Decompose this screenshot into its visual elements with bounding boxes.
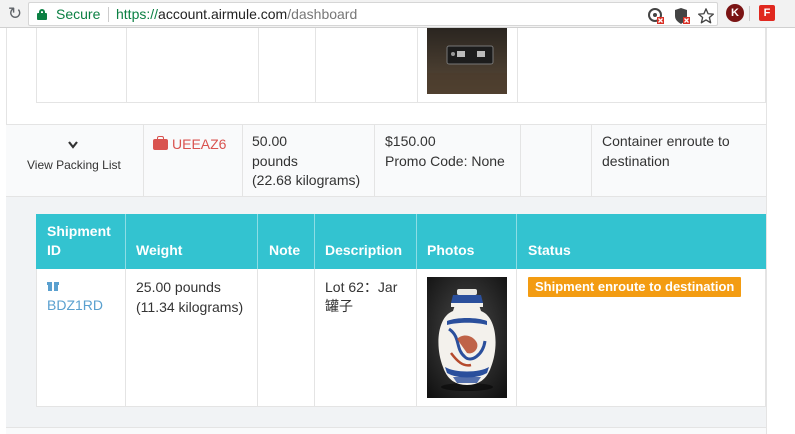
header-divider — [257, 214, 258, 269]
suitcase-icon — [153, 136, 168, 150]
lock-icon[interactable] — [37, 9, 47, 20]
browser-toolbar: ↻ Secure https://account.airmule.com/das… — [0, 0, 795, 28]
col-divider — [374, 125, 375, 198]
cell-divider — [314, 269, 315, 406]
shipment-status-badge: Shipment enroute to destination — [528, 277, 742, 297]
shield-icon[interactable] — [673, 7, 691, 25]
cell-divider — [125, 269, 126, 406]
header-divider — [314, 214, 315, 269]
view-packing-list-link[interactable]: View Packing List — [27, 158, 121, 172]
cell-divider — [416, 269, 417, 406]
toolbar-divider — [749, 6, 750, 21]
page-right-border — [766, 28, 767, 434]
header-note: Note — [269, 242, 301, 258]
col-divider — [591, 125, 592, 198]
header-status: Status — [528, 242, 571, 258]
col-divider — [258, 28, 259, 103]
header-photos: Photos — [427, 242, 475, 258]
extension-f-icon[interactable]: F — [759, 5, 775, 21]
next-row-edge — [6, 427, 766, 434]
url-host: account.airmule.com — [158, 6, 288, 22]
previous-child-table — [36, 28, 766, 103]
cell-divider — [516, 269, 517, 406]
col-divider — [315, 28, 316, 103]
col-divider — [417, 28, 418, 103]
header-description: Description — [325, 242, 403, 258]
url-path: /dashboard — [287, 6, 358, 22]
parent-status-line1: Container enroute to — [602, 133, 730, 149]
secure-label[interactable]: Secure — [56, 6, 100, 22]
child-weight-kg: (11.34 kilograms) — [136, 298, 244, 315]
dashboard-page: View Packing List UEEAZ6 50.00 pounds (2… — [0, 28, 795, 434]
col-divider — [126, 28, 127, 103]
star-icon[interactable] — [697, 7, 715, 25]
parent-weight-unit: pounds — [252, 152, 298, 169]
col-divider — [143, 125, 144, 198]
shipment-code[interactable]: UEEAZ6 — [172, 136, 226, 152]
url-scheme: https:// — [116, 6, 159, 22]
col-divider — [517, 28, 518, 103]
parent-weight-value: 50.00 — [252, 133, 288, 149]
child-description-line1: Lot 62：Jar — [325, 279, 398, 295]
col-divider — [520, 125, 521, 198]
header-weight: Weight — [136, 242, 183, 258]
parent-status-line2: destination — [602, 152, 670, 169]
reload-icon[interactable]: ↻ — [4, 3, 26, 25]
child-description-line2: 罐子 — [325, 298, 353, 315]
address-bar[interactable]: Secure https://account.airmule.com/dashb… — [28, 2, 718, 26]
parent-promo-code: Promo Code: None — [385, 152, 505, 169]
chevron-down-icon[interactable] — [67, 140, 79, 150]
cell-divider — [257, 269, 258, 406]
col-divider — [242, 125, 243, 198]
url-text[interactable]: https://account.airmule.com/dashboard — [116, 6, 357, 22]
header-shipment-id-line1: Shipment — [47, 223, 111, 239]
parent-price: $150.00 — [385, 133, 436, 149]
header-divider — [416, 214, 417, 269]
blocked-popup-icon[interactable] — [647, 7, 665, 25]
address-divider — [108, 7, 109, 22]
parent-weight-kg: (22.68 kilograms) — [252, 172, 361, 188]
child-weight-pounds: 25.00 pounds — [136, 279, 221, 295]
header-divider — [516, 214, 517, 269]
item-photo-thumbnail[interactable] — [427, 28, 507, 94]
item-photo-jar[interactable] — [427, 277, 507, 398]
extension-k-icon[interactable]: K — [726, 4, 744, 22]
header-divider — [125, 214, 126, 269]
header-shipment-id-line2: ID — [47, 242, 61, 258]
child-shipment-id-link[interactable]: BDZ1RD — [47, 297, 103, 313]
gift-icon — [47, 280, 59, 291]
